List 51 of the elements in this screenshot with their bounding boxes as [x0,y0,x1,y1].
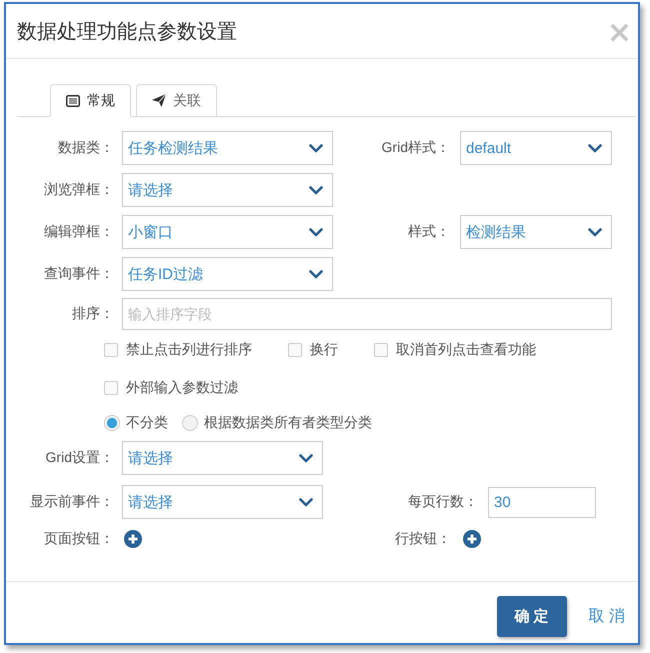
chevron-down-icon [588,144,602,152]
checkbox[interactable] [374,343,388,357]
tab[interactable]: 关联 [136,84,217,117]
plus-circle-icon[interactable] [124,530,142,548]
select-field[interactable]: 检测结果 [460,215,612,249]
field-label: Grid设置： [46,449,114,467]
field-label: 每页行数： [408,493,478,511]
chevron-down-icon [309,270,323,278]
select-field[interactable]: default [460,131,612,165]
select-field[interactable]: 任务ID过滤 [122,257,333,291]
radio-label: 不分类 [126,414,168,432]
checkbox[interactable] [104,343,118,357]
field-label: 编辑弹框： [44,223,114,241]
chevron-down-icon [309,144,323,152]
select-field[interactable]: 请选择 [122,441,323,475]
paper-plane-icon [152,94,166,107]
checkbox[interactable] [104,381,118,395]
field-label: 数据类： [58,139,114,157]
input-field[interactable]: 30 [488,486,596,518]
chevron-down-icon [309,228,323,236]
checkbox-label: 禁止点击列进行排序 [126,341,252,359]
tab[interactable]: 常规 [50,84,131,117]
chevron-down-icon [588,228,602,236]
chevron-down-icon [299,454,313,462]
radio-button[interactable] [104,415,120,431]
chevron-down-icon [299,498,313,506]
cancel-link[interactable]: 取 消 [588,596,625,637]
checkbox-label: 换行 [310,341,338,359]
field-label: 排序： [72,305,114,323]
list-box-icon [66,94,80,106]
field-label: 显示前事件： [30,493,114,511]
select-field[interactable]: 小窗口 [122,215,333,249]
input-field[interactable]: 输入排序字段 [122,298,612,330]
select-field[interactable]: 请选择 [122,485,323,519]
radio-label: 根据数据类所有者类型分类 [204,414,372,432]
confirm-button[interactable]: 确 定 [496,596,567,637]
checkbox-label: 外部输入参数过滤 [126,379,238,397]
chevron-down-icon [309,186,323,194]
select-field[interactable]: 任务检测结果 [122,131,333,165]
plus-circle-icon[interactable] [463,530,481,548]
field-label: 浏览弹框： [44,181,114,199]
field-label: 页面按钮： [44,530,114,548]
checkbox[interactable] [288,343,302,357]
checkbox-label: 取消首列点击查看功能 [396,341,536,359]
dialog-title: 数据处理功能点参数设置 [17,20,237,44]
field-label: Grid样式： [382,139,450,157]
field-label: 样式： [408,223,450,241]
field-label: 行按钮： [395,530,451,548]
field-label: 查询事件： [44,265,114,283]
select-field[interactable]: 请选择 [122,173,333,207]
radio-button[interactable] [182,415,198,431]
